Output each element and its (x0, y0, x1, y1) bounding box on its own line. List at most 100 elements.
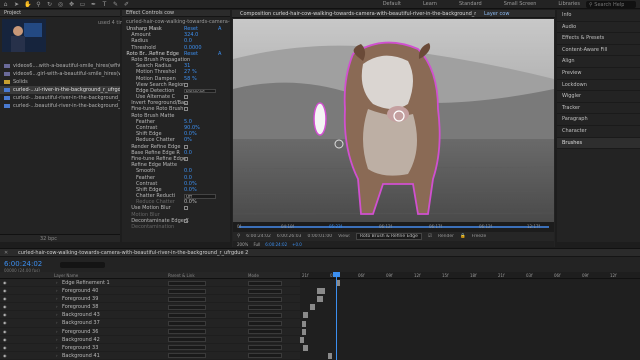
workspace-libraries[interactable]: Libraries (558, 1, 580, 7)
project-list-item[interactable]: videos6....with-a-beautiful-smile_hires(… (0, 62, 120, 70)
selection-tool-icon[interactable]: ➤ (13, 1, 20, 8)
project-list-item[interactable]: curled-...ul-river-in-the-background_r_u… (0, 86, 120, 94)
layer-duration-bar[interactable] (317, 288, 325, 295)
panel-character[interactable]: Character (557, 126, 640, 138)
status-time[interactable]: 6:00:24:02 (265, 242, 287, 247)
text-tool-icon[interactable]: T (101, 1, 108, 8)
effect-property-checkbox[interactable] (184, 107, 188, 112)
workspace-default[interactable]: Default (383, 1, 401, 7)
project-tab[interactable]: Project (0, 10, 120, 17)
camera-tool-icon[interactable]: ◎ (57, 1, 64, 8)
layer-name-header[interactable]: Layer Name (54, 273, 78, 278)
rectangle-tool-icon[interactable]: ▭ (79, 1, 86, 8)
parent-dropdown[interactable] (168, 312, 206, 318)
roto-brush-tool-icon[interactable]: ✐ (123, 1, 130, 8)
expand-twirl-icon[interactable]: › (56, 303, 58, 311)
mode-dropdown[interactable] (248, 312, 282, 318)
layer-name[interactable]: Background 42 (62, 336, 100, 344)
expand-twirl-icon[interactable]: › (56, 279, 58, 287)
render-checkbox-icon[interactable]: ☑ (428, 234, 432, 239)
effect-property-checkbox[interactable] (184, 156, 188, 161)
mode-dropdown[interactable] (248, 320, 282, 326)
hand-tool-icon[interactable]: ✋ (24, 1, 31, 8)
timeline-layer-row[interactable]: ◉ › Foreground 39 (0, 295, 300, 304)
workspace-learn[interactable]: Learn (423, 1, 437, 7)
panel-preview[interactable]: Preview (557, 68, 640, 80)
visibility-eye-icon[interactable]: ◉ (3, 295, 7, 303)
effect-property-checkbox[interactable] (184, 206, 188, 211)
effect-property-checkbox[interactable] (184, 82, 188, 87)
mode-dropdown[interactable] (248, 288, 282, 294)
end-time[interactable]: 6:00:26:03 (277, 234, 302, 239)
parent-dropdown[interactable] (168, 337, 206, 343)
viewer-time-ruler[interactable]: 0f 04:10f 05:23f 06:12f 06:17f 06:12f 12… (233, 222, 554, 232)
timeline-layer-row[interactable]: ◉ › Foreground 38 (0, 303, 300, 312)
timeline-layer-row[interactable]: ◉ › Foreground 40 (0, 287, 300, 296)
layer-name[interactable]: Background 37 (62, 319, 100, 327)
expand-twirl-icon[interactable]: › (56, 328, 58, 336)
layer-duration-bar[interactable] (303, 312, 308, 319)
timeline-layer-row[interactable]: ◉ › Background 41 (0, 352, 300, 360)
freeze-lock-icon[interactable]: 🔒 (460, 234, 466, 239)
parent-dropdown[interactable] (168, 288, 206, 294)
zoom-tool-icon[interactable]: ⚲ (35, 1, 42, 8)
effect-property-dropdown[interactable]: Off (184, 194, 216, 199)
bit-depth-label[interactable]: 32 bpc (0, 234, 120, 242)
view-dropdown[interactable]: Roto Brush & Refine Edge (356, 233, 422, 240)
visibility-eye-icon[interactable]: ◉ (3, 279, 7, 287)
effect-property-checkbox[interactable] (184, 101, 188, 106)
visibility-eye-icon[interactable]: ◉ (3, 319, 7, 327)
effect-property-checkbox[interactable] (184, 144, 188, 149)
parent-dropdown[interactable] (168, 296, 206, 302)
effect-property-row[interactable]: Decontamination (122, 224, 230, 230)
layer-duration-bar[interactable] (317, 296, 323, 303)
parent-dropdown[interactable] (168, 320, 206, 326)
mode-dropdown[interactable] (248, 296, 282, 302)
layer-duration-bar[interactable] (302, 320, 306, 327)
parent-header[interactable]: Parent & Link (168, 273, 195, 278)
panel-brushes[interactable]: Brushes (557, 137, 640, 150)
playhead-line[interactable] (336, 272, 337, 360)
panel-info[interactable]: Info (557, 10, 640, 22)
timeline-ruler[interactable]: 21f02f06f09f12f15f18f21f03f06f09f12f (300, 272, 640, 279)
home-icon[interactable]: ⌂ (2, 1, 9, 8)
mode-dropdown[interactable] (248, 329, 282, 335)
project-list-item[interactable]: curled-...beautiful-river-in-the-backgro… (0, 102, 120, 110)
timeline-search-input[interactable] (60, 262, 105, 268)
panel-content-aware-fill[interactable]: Content-Aware Fill (557, 45, 640, 57)
panel-wiggler[interactable]: Wiggler (557, 91, 640, 103)
parent-dropdown[interactable] (168, 304, 206, 310)
timeline-current-time[interactable]: 6:00:24:02 (4, 260, 42, 268)
mode-dropdown[interactable] (248, 345, 282, 351)
composition-tab[interactable]: Composition curled-hair-cow-walking-towa… (236, 10, 476, 18)
mode-dropdown[interactable] (248, 280, 282, 286)
panel-align[interactable]: Align (557, 56, 640, 68)
visibility-eye-icon[interactable]: ◉ (3, 303, 7, 311)
visibility-eye-icon[interactable]: ◉ (3, 344, 7, 352)
timeline-tab[interactable]: curled-hair-cow-walking-towards-camera-w… (18, 249, 268, 257)
mode-dropdown[interactable] (248, 304, 282, 310)
effect-property-checkbox[interactable] (184, 95, 188, 100)
expand-twirl-icon[interactable]: › (56, 336, 58, 344)
parent-dropdown[interactable] (168, 280, 206, 286)
project-list-item[interactable]: Solids (0, 78, 120, 86)
close-icon[interactable]: ✕ (4, 249, 8, 257)
workspace-standard[interactable]: Standard (459, 1, 482, 7)
visibility-eye-icon[interactable]: ◉ (3, 352, 7, 360)
effect-controls-tab[interactable]: Effect Controls cow (122, 10, 230, 17)
layer-tab[interactable]: Layer cow (480, 10, 513, 18)
zoom-level[interactable]: 200% (237, 242, 248, 247)
layer-name[interactable]: Foreground 40 (62, 287, 98, 295)
parent-dropdown[interactable] (168, 345, 206, 351)
timeline-tracks[interactable] (300, 279, 640, 360)
timeline-layer-row[interactable]: ◉ › Edge Refinement 1 (0, 279, 300, 288)
magnification-icon[interactable]: ⚲ (237, 234, 240, 239)
panel-effects-presets[interactable]: Effects & Presets (557, 33, 640, 45)
layer-name[interactable]: Foreground 39 (62, 295, 98, 303)
layer-name[interactable]: Edge Refinement 1 (62, 279, 110, 287)
duration-time[interactable]: 0:00:01:00 (307, 234, 332, 239)
panel-paragraph[interactable]: Paragraph (557, 114, 640, 126)
search-help-input[interactable]: ⚲ Search Help (586, 1, 636, 8)
timeline-layer-row[interactable]: ◉ › Background 42 (0, 336, 300, 344)
layer-duration-bar[interactable] (300, 336, 304, 343)
